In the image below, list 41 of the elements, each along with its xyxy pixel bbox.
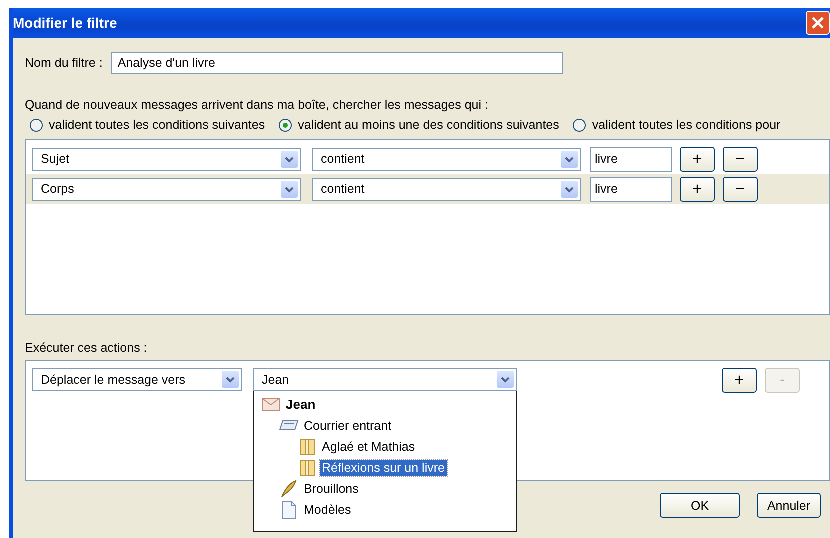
folder-menu-item[interactable]: Aglaé et Mathias xyxy=(320,438,418,454)
actions-label: Exécuter ces actions : xyxy=(25,341,148,355)
value-input[interactable]: livre xyxy=(590,146,672,172)
document-icon xyxy=(282,500,296,518)
folder-menu-item[interactable]: Jean xyxy=(284,396,318,413)
envelope-icon xyxy=(262,398,280,411)
tray-icon xyxy=(279,420,299,431)
match-prompt: Quand de nouveaux messages arrivent dans ma boîte, chercher les messages qui : xyxy=(25,98,490,112)
radio-label: valident toutes les conditions pour xyxy=(592,118,781,132)
ok-button[interactable]: OK xyxy=(660,493,740,518)
field-dropdown[interactable]: Sujet xyxy=(32,148,301,170)
quill-icon xyxy=(281,480,297,498)
folder-dropdown[interactable]: Jean xyxy=(253,368,517,391)
action-dropdown[interactable]: Déplacer le message vers xyxy=(32,368,242,391)
close-icon[interactable] xyxy=(806,11,830,35)
add-button[interactable]: + xyxy=(680,176,715,202)
folder-icon xyxy=(300,438,314,454)
radio-label: valident au moins une des conditions suivantes xyxy=(298,118,560,132)
cancel-button[interactable]: Annuler xyxy=(757,493,821,518)
filter-name-field[interactable]: Analyse d'un livre xyxy=(110,52,563,74)
radio-button[interactable] xyxy=(279,118,292,132)
radio-button[interactable] xyxy=(30,118,43,132)
operator-dropdown[interactable]: contient xyxy=(312,148,581,170)
field-dropdown[interactable]: Corps xyxy=(32,178,301,200)
window-title: Modifier le filtre xyxy=(13,15,118,31)
remove-button[interactable]: − xyxy=(723,176,758,202)
radio-button[interactable] xyxy=(573,118,586,132)
condition-row[interactable]: Sujet contient livre + − xyxy=(26,144,829,174)
operator-dropdown[interactable]: contient xyxy=(312,178,581,200)
add-button[interactable]: + xyxy=(722,368,757,393)
remove-button[interactable]: − xyxy=(723,146,758,172)
folder-menu-item[interactable]: Brouillons xyxy=(302,480,361,496)
radio-label: valident toutes les conditions suivantes xyxy=(49,118,266,132)
add-button[interactable]: + xyxy=(680,146,715,172)
filter-name-label: Nom du filtre : xyxy=(25,56,103,70)
folder-menu-item[interactable]: Modèles xyxy=(302,502,354,518)
value-input[interactable]: livre xyxy=(590,176,672,202)
folder-icon xyxy=(300,460,314,476)
folder-menu-item[interactable]: Courrier entrant xyxy=(302,418,394,434)
condition-row[interactable]: Corps contient livre + − xyxy=(26,174,829,204)
folder-menu-item[interactable]: Réflexions sur un livre xyxy=(320,460,447,476)
